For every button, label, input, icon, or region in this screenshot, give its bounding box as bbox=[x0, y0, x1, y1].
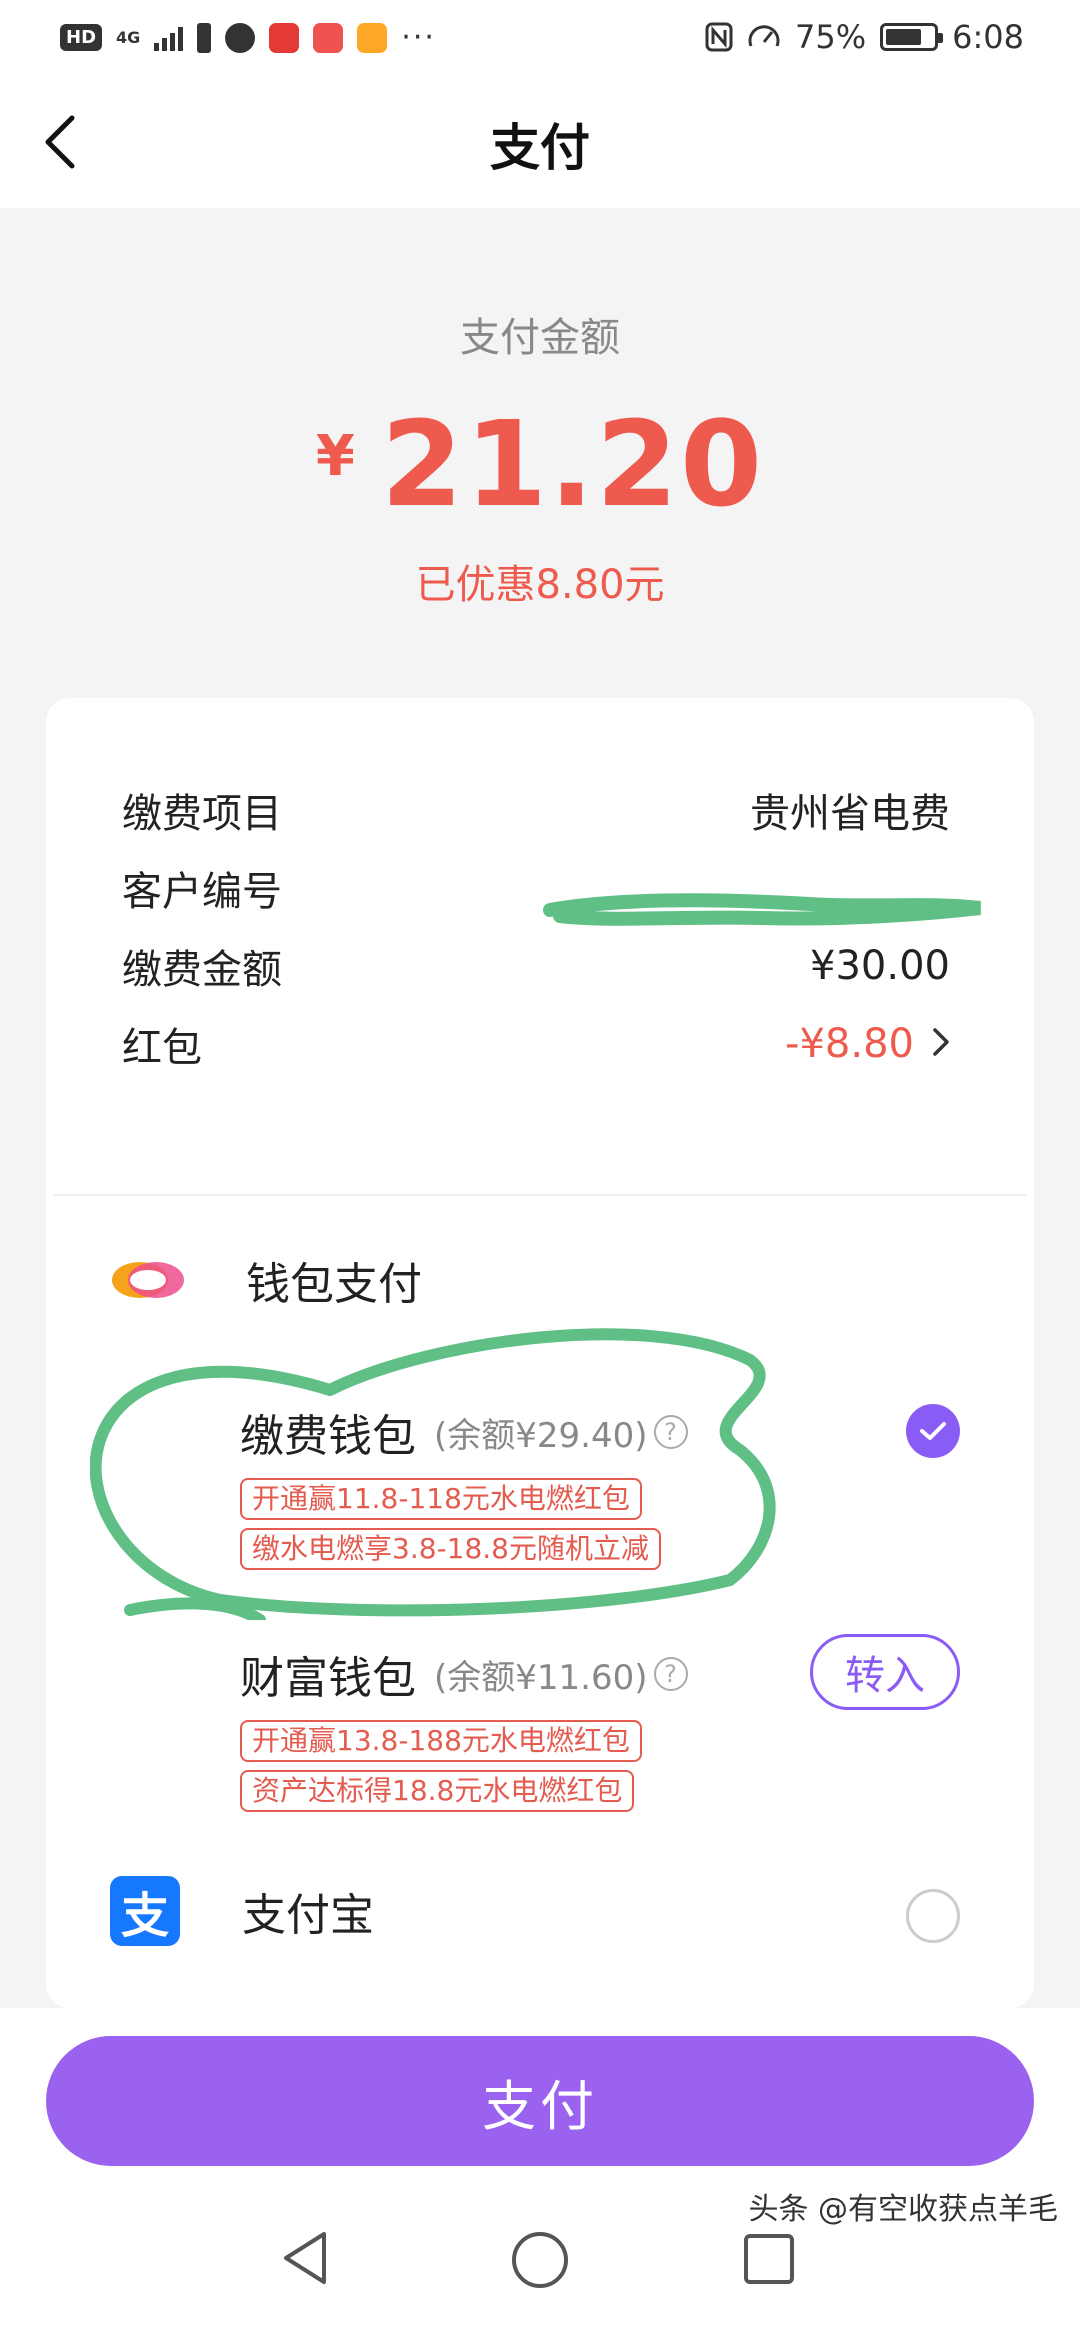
transfer-in-button[interactable]: 转入 bbox=[810, 1634, 960, 1710]
pay-amount: ¥21.20 bbox=[0, 395, 1080, 533]
nav-bar: 支付 bbox=[0, 80, 1080, 208]
discount-text: 已优惠8.80元 bbox=[415, 562, 665, 608]
promo-tags: 开通赢11.8-118元水电燃红包 缴水电燃享3.8-18.8元随机立减 bbox=[240, 1464, 688, 1570]
page-title: 支付 bbox=[490, 119, 590, 177]
detail-row-redpacket[interactable]: 红包 -¥8.80 bbox=[122, 1014, 950, 1074]
alert-icon bbox=[197, 22, 212, 53]
wallet-title: 钱包支付 bbox=[246, 1259, 422, 1310]
status-right: 75% 6:08 bbox=[705, 18, 1024, 56]
signal-icon bbox=[154, 25, 184, 51]
more-notifications-icon: ··· bbox=[401, 20, 436, 55]
promo-tag: 开通赢13.8-188元水电燃红包 bbox=[240, 1720, 642, 1762]
status-bar: HD 4G ··· 75% 6:08 bbox=[0, 0, 1080, 80]
wallet-option-name: 财富钱包 bbox=[240, 1653, 416, 1704]
amount-value: 21.20 bbox=[380, 395, 765, 533]
wallet-option-balance: (余额¥29.40) bbox=[434, 1415, 648, 1456]
pay-button[interactable]: 支付 bbox=[46, 2036, 1034, 2166]
wallet-option-name: 缴费钱包 bbox=[240, 1411, 416, 1462]
promo-tag: 缴水电燃享3.8-18.8元随机立减 bbox=[240, 1528, 661, 1570]
chevron-right-icon bbox=[932, 1025, 950, 1066]
radio-alipay[interactable] bbox=[906, 1889, 960, 1943]
wallet-option-balance: (余额¥11.60) bbox=[434, 1657, 648, 1698]
network-type: 4G bbox=[116, 28, 141, 47]
detail-label: 缴费项目 bbox=[122, 791, 282, 837]
currency-symbol: ¥ bbox=[315, 424, 355, 489]
detail-value: ¥30.00 bbox=[810, 943, 950, 989]
detail-label: 客户编号 bbox=[122, 869, 282, 915]
nfc-icon bbox=[705, 22, 733, 52]
help-icon[interactable]: ? bbox=[653, 1415, 688, 1449]
promo-tags: 开通赢13.8-188元水电燃红包 资产达标得18.8元水电燃红包 bbox=[240, 1706, 688, 1812]
amount-label: 支付金额 bbox=[460, 315, 620, 361]
help-icon[interactable]: ? bbox=[653, 1657, 688, 1691]
system-back-icon[interactable] bbox=[280, 2228, 330, 2288]
redaction-scribble bbox=[543, 893, 981, 926]
detail-label: 红包 bbox=[122, 1025, 202, 1071]
battery-fill bbox=[886, 29, 921, 45]
hd-badge: HD bbox=[60, 24, 103, 51]
wallet-option-wealth[interactable]: 财富钱包 (余额¥11.60) ? 开通赢13.8-188元水电燃红包 资产达标… bbox=[240, 1642, 688, 1812]
radio-payment-wallet-selected[interactable] bbox=[906, 1404, 960, 1458]
detail-row-item: 缴费项目 贵州省电费 bbox=[122, 780, 950, 840]
watermark: 头条 @有空收获点羊毛 bbox=[748, 2192, 1058, 2227]
promo-tag: 开通赢11.8-118元水电燃红包 bbox=[240, 1478, 642, 1520]
wallet-option-title: 财富钱包 (余额¥11.60) ? bbox=[240, 1642, 688, 1706]
check-icon bbox=[920, 1422, 946, 1440]
battery-percent: 75% bbox=[795, 18, 867, 56]
app-icon-red bbox=[269, 22, 300, 53]
alipay-option[interactable]: 支 支付宝 bbox=[110, 1876, 374, 1946]
detail-label: 缴费金额 bbox=[122, 947, 282, 993]
alipay-logo-icon: 支 bbox=[110, 1876, 180, 1946]
redpacket-value: -¥8.80 bbox=[785, 1021, 914, 1067]
system-home-icon[interactable] bbox=[512, 2232, 568, 2288]
detail-row-amount: 缴费金额 ¥30.00 bbox=[122, 936, 950, 996]
video-icon bbox=[357, 22, 388, 53]
speedometer-icon bbox=[748, 25, 780, 47]
clock: 6:08 bbox=[952, 18, 1024, 56]
divider bbox=[54, 1194, 1026, 1196]
status-left: HD 4G ··· bbox=[60, 20, 436, 55]
alipay-label: 支付宝 bbox=[242, 1890, 374, 1941]
wallet-section-header: 钱包支付 bbox=[110, 1248, 422, 1312]
message-icon bbox=[225, 22, 256, 53]
promo-tag: 资产达标得18.8元水电燃红包 bbox=[240, 1770, 635, 1812]
wallet-option-payment[interactable]: 缴费钱包 (余额¥29.40) ? 开通赢11.8-118元水电燃红包 缴水电燃… bbox=[240, 1400, 688, 1570]
battery-icon bbox=[880, 23, 944, 51]
detail-value: 贵州省电费 bbox=[750, 791, 950, 837]
wallet-option-title: 缴费钱包 (余额¥29.40) ? bbox=[240, 1400, 688, 1464]
system-recents-icon[interactable] bbox=[744, 2234, 794, 2284]
book-icon bbox=[313, 22, 344, 53]
wallet-logo-icon bbox=[112, 1262, 184, 1298]
